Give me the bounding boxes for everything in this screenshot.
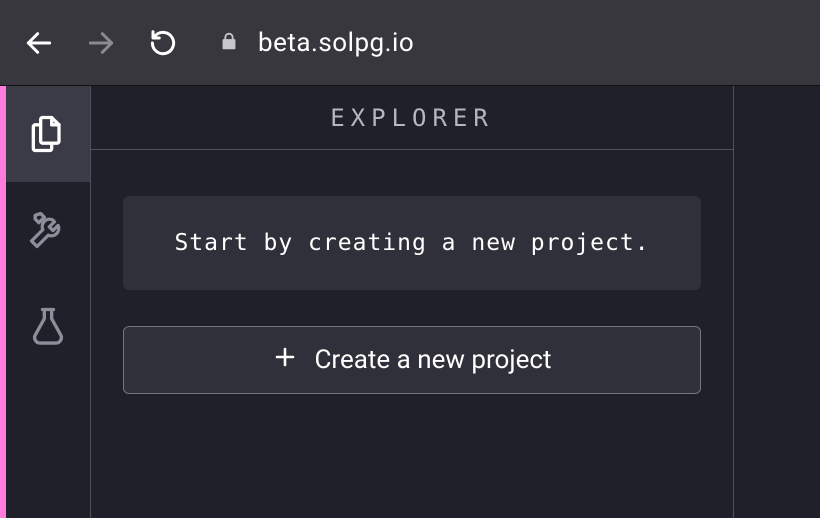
rail-tools[interactable]	[6, 182, 90, 278]
activity-rail	[6, 86, 90, 518]
nav-buttons	[22, 26, 180, 60]
explorer-panel: EXPLORER Start by creating a new project…	[90, 86, 734, 518]
empty-state-hint: Start by creating a new project.	[123, 196, 701, 290]
browser-toolbar: beta.solpg.io	[0, 0, 820, 86]
rail-tests[interactable]	[6, 278, 90, 374]
url-text: beta.solpg.io	[258, 28, 414, 58]
create-project-button[interactable]: Create a new project	[123, 326, 701, 394]
workspace: EXPLORER Start by creating a new project…	[0, 86, 820, 518]
explorer-title: EXPLORER	[91, 86, 733, 150]
rail-explorer[interactable]	[6, 86, 90, 182]
explorer-body: Start by creating a new project. Create …	[91, 150, 733, 440]
forward-button[interactable]	[84, 26, 118, 60]
create-project-label: Create a new project	[315, 345, 552, 375]
address-bar[interactable]: beta.solpg.io	[218, 28, 414, 58]
editor-gutter	[734, 86, 820, 518]
lock-icon	[218, 30, 240, 56]
plus-icon	[273, 345, 297, 376]
reload-button[interactable]	[146, 26, 180, 60]
back-button[interactable]	[22, 26, 56, 60]
